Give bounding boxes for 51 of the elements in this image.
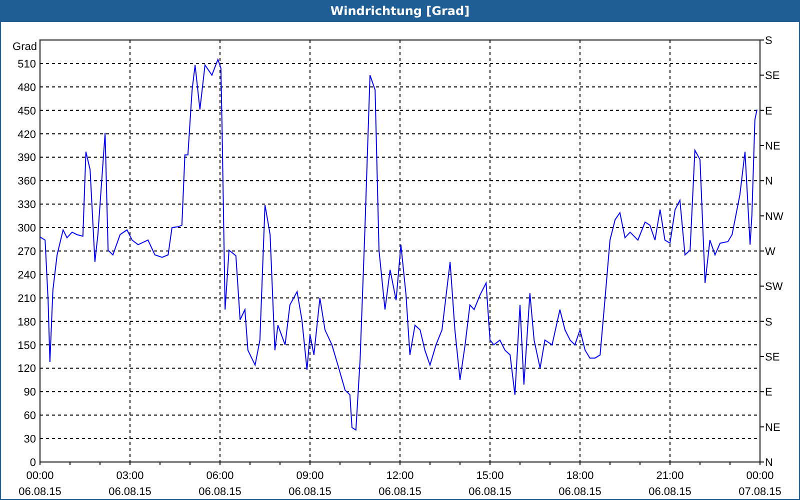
compass-label: NE — [765, 140, 780, 152]
compass-label: SE — [765, 70, 780, 82]
x-tick-label: 18:00 — [566, 470, 594, 482]
x-tick-label: 03:00 — [116, 470, 144, 482]
y-tick-label: 120 — [18, 363, 36, 376]
x-tick-label: 12:00 — [386, 470, 414, 482]
compass-label: NW — [765, 210, 784, 223]
compass-label: W — [765, 246, 776, 258]
y-tick-label: 150 — [18, 340, 36, 352]
x-tick-label: 06:00 — [206, 470, 234, 482]
y-tick-label: 210 — [18, 292, 36, 305]
x-date-label: 06.08.15 — [198, 486, 242, 498]
x-date-label: 06.08.15 — [288, 486, 332, 498]
window-title: Windrichtung [Grad] — [330, 4, 470, 18]
y-tick-label: 420 — [18, 128, 36, 141]
x-date-label: 06.08.15 — [468, 486, 512, 498]
x-date-label: 06.08.15 — [18, 486, 62, 498]
y-tick-label: 510 — [18, 58, 36, 70]
y-tick-label: 270 — [18, 246, 36, 258]
y-tick-label: 450 — [18, 105, 36, 118]
compass-label: S — [765, 35, 772, 47]
y-tick-label: 300 — [18, 222, 36, 235]
y-tick-label: 180 — [18, 316, 36, 328]
y-tick-label: 330 — [18, 199, 36, 212]
y-axis-title: Grad — [12, 41, 37, 53]
compass-label: E — [765, 105, 772, 118]
compass-label: SW — [765, 281, 783, 294]
compass-label: N — [765, 457, 773, 469]
x-tick-label: 00:00 — [746, 470, 774, 482]
y-tick-label: 480 — [18, 82, 36, 94]
y-tick-label: 390 — [18, 152, 36, 164]
x-tick-label: 09:00 — [296, 470, 324, 482]
compass-label: N — [765, 176, 773, 188]
x-tick-label: 00:00 — [26, 470, 54, 482]
y-tick-label: 0 — [30, 457, 36, 469]
x-date-label: 06.08.15 — [108, 486, 152, 498]
compass-label: E — [765, 386, 772, 399]
compass-label: SE — [765, 352, 780, 364]
x-date-label: 06.08.15 — [648, 486, 692, 498]
x-tick-label: 15:00 — [476, 470, 504, 482]
x-date-label: 07.08.15 — [738, 486, 782, 498]
y-tick-label: 30 — [24, 434, 36, 446]
y-tick-label: 360 — [18, 176, 36, 188]
x-date-label: 06.08.15 — [558, 486, 602, 498]
x-tick-label: 21:00 — [656, 470, 684, 482]
y-tick-label: 60 — [24, 410, 36, 422]
y-tick-label: 240 — [18, 269, 36, 282]
x-date-label: 06.08.15 — [378, 486, 422, 498]
compass-label: NE — [765, 422, 780, 434]
compass-label: S — [765, 316, 772, 328]
y-tick-label: 90 — [24, 386, 36, 399]
